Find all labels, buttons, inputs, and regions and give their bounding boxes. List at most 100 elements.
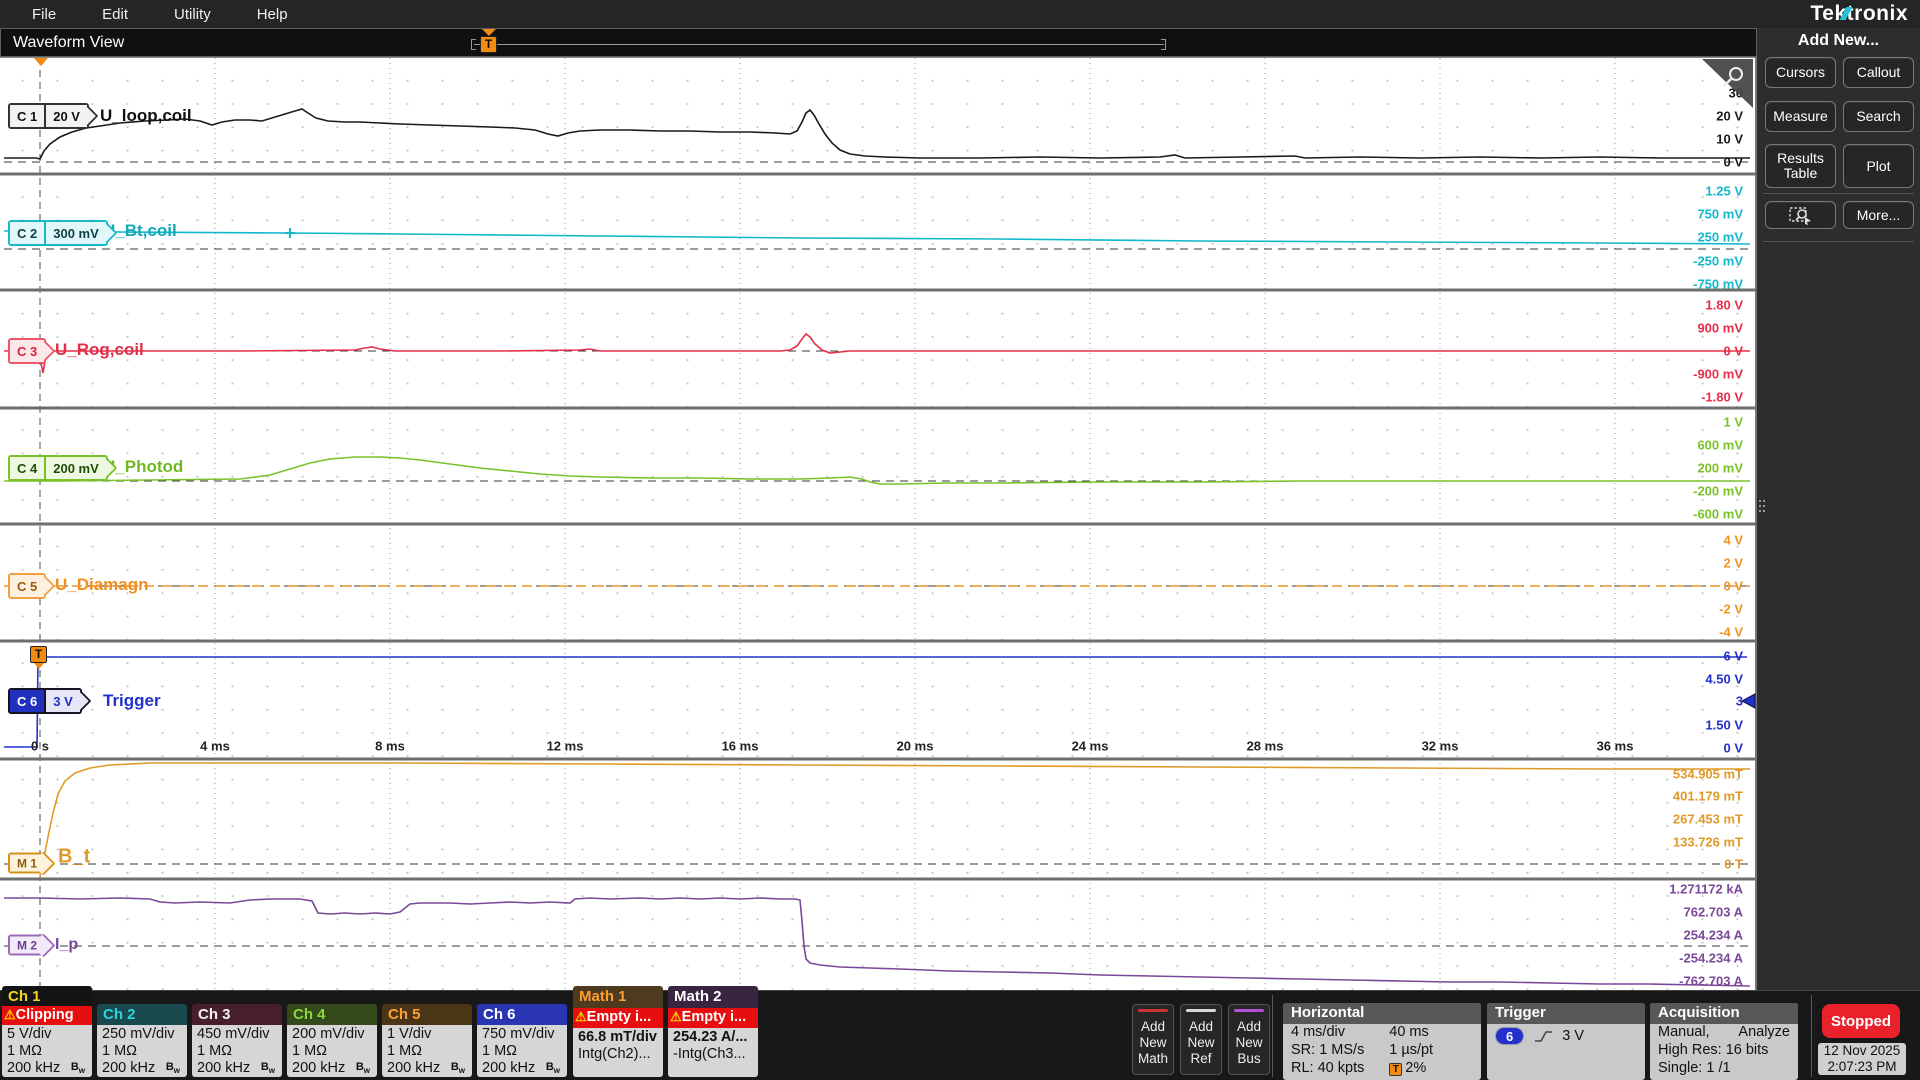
- trigger-level-value: 3 V: [1562, 1028, 1584, 1044]
- channel-badge-m2[interactable]: M 2: [8, 935, 46, 956]
- trigger-panel[interactable]: Trigger 6 3 V: [1487, 1003, 1645, 1080]
- axis-tick-m2: 254.234 A: [1683, 928, 1743, 943]
- badge-row: Intg(Ch2)...: [578, 1046, 663, 1063]
- axis-tick-m1: 0 T: [1724, 857, 1743, 872]
- run-stop-button[interactable]: Stopped: [1822, 1004, 1900, 1038]
- acquisition-single: Single: 1 /1: [1650, 1060, 1798, 1078]
- axis-tick-c2: 750 mV: [1697, 207, 1743, 222]
- badge-row: 750 mV/div: [482, 1026, 567, 1043]
- zoom-select-icon: [1788, 205, 1814, 225]
- bandwidth-limit-icon: Bw: [356, 1061, 370, 1075]
- add-new-math-button[interactable]: AddNewMath: [1132, 1004, 1174, 1075]
- axis-tick-m2: 1.271172 kA: [1669, 882, 1743, 897]
- sidebar-divider: [1763, 241, 1914, 242]
- channel-label-c6[interactable]: Trigger: [103, 691, 161, 711]
- axis-tick-c1: 0 V: [1723, 155, 1743, 170]
- menu-help[interactable]: Help: [243, 6, 302, 23]
- axis-tick-c5: -2 V: [1719, 602, 1743, 617]
- channel-badge-c3[interactable]: C 3: [8, 338, 46, 364]
- bottom-badge-math1[interactable]: Math 1⚠Empty i...66.8 mT/divIntg(Ch2)...: [573, 986, 663, 1077]
- badge-row: -Intg(Ch3...: [673, 1046, 758, 1063]
- menu-edit[interactable]: Edit: [88, 6, 142, 23]
- rising-edge-icon: [1534, 1029, 1554, 1044]
- cursors-button[interactable]: Cursors: [1765, 57, 1836, 88]
- channel-badge-c5[interactable]: C 5: [8, 573, 46, 599]
- acquisition-analyze: Analyze: [1738, 1024, 1790, 1042]
- horizontal-panel[interactable]: Horizontal 4 ms/div40 ms SR: 1 MS/s1 µs/…: [1283, 1003, 1481, 1080]
- axis-tick-c6: 1.50 V: [1705, 718, 1743, 733]
- trigger-position-icon[interactable]: T: [480, 36, 497, 53]
- menu-bar: File Edit Utility Help Tektronix: [0, 0, 1920, 28]
- record-view-left-bracket: [471, 39, 476, 50]
- badge-alert-math2: ⚠Empty i...: [668, 1008, 758, 1028]
- badge-row: 200 kHzBw: [387, 1060, 472, 1077]
- axis-tick-c6: 4.50 V: [1705, 672, 1743, 687]
- bottom-badge-ch3[interactable]: Ch 3450 mV/div1 MΩ200 kHzBw: [192, 1004, 282, 1077]
- time-tick-label: 4 ms: [200, 739, 230, 754]
- callout-button[interactable]: Callout: [1843, 57, 1914, 88]
- badge-row: 1 MΩ: [482, 1043, 567, 1060]
- axis-tick-c3: -900 mV: [1693, 367, 1743, 382]
- record-view-line[interactable]: [474, 44, 1164, 45]
- bandwidth-limit-icon: Bw: [451, 1061, 465, 1075]
- warning-icon: ⚠: [575, 1009, 587, 1024]
- channel-label-c3[interactable]: U_Rog,coil: [55, 340, 144, 360]
- badge-body: 250 mV/div1 MΩ200 kHzBw: [97, 1025, 187, 1077]
- badge-row: 200 kHzBw: [7, 1060, 92, 1077]
- menu-file[interactable]: File: [18, 6, 70, 23]
- badge-row: 200 kHzBw: [292, 1060, 377, 1077]
- axis-tick-c3: -1.80 V: [1701, 390, 1743, 405]
- channel-label-c1[interactable]: U_loop,coil: [100, 106, 192, 126]
- channel-badge-m1[interactable]: M 1: [8, 853, 46, 874]
- badge-part: M 1: [10, 855, 44, 872]
- acquisition-panel[interactable]: Acquisition Manual,Analyze High Res: 16 …: [1650, 1003, 1798, 1080]
- bottom-badge-ch2[interactable]: Ch 2250 mV/div1 MΩ200 kHzBw: [97, 1004, 187, 1077]
- badge-row: 200 kHzBw: [102, 1060, 187, 1077]
- warning-icon: ⚠: [4, 1007, 16, 1022]
- axis-tick-c6: 6 V: [1723, 649, 1743, 664]
- tab-waveform-view[interactable]: Waveform View: [13, 34, 124, 52]
- channel-badge-c6[interactable]: C 63 V: [8, 688, 82, 714]
- trigger-time-marker-icon[interactable]: [34, 58, 48, 66]
- channel-label-m1[interactable]: B_t: [58, 846, 90, 869]
- time-per-point: 1 µs/pt: [1389, 1042, 1433, 1060]
- menu-utility[interactable]: Utility: [160, 6, 225, 23]
- badge-body: 450 mV/div1 MΩ200 kHzBw: [192, 1025, 282, 1077]
- axis-tick-c2: 1.25 V: [1705, 184, 1743, 199]
- results-table-button[interactable]: Results Table: [1765, 144, 1836, 188]
- trigger-position-percent: T2%: [1389, 1060, 1426, 1078]
- sample-rate: SR: 1 MS/s: [1291, 1042, 1389, 1060]
- measure-button[interactable]: Measure: [1765, 101, 1836, 132]
- bottom-badge-ch6[interactable]: Ch 6750 mV/div1 MΩ200 kHzBw: [477, 1004, 567, 1077]
- bottom-badge-ch4[interactable]: Ch 4200 mV/div1 MΩ200 kHzBw: [287, 1004, 377, 1077]
- bottom-badge-math2[interactable]: Math 2⚠Empty i...254.23 A/...-Intg(Ch3..…: [668, 986, 758, 1077]
- channel-badge-c4[interactable]: C 4200 mV: [8, 455, 108, 481]
- splitter-grip[interactable]: [1759, 500, 1761, 502]
- bottom-badge-ch5[interactable]: Ch 51 V/div1 MΩ200 kHzBw: [382, 1004, 472, 1077]
- search-button[interactable]: Search: [1843, 101, 1914, 132]
- axis-tick-c2: -750 mV: [1693, 277, 1743, 292]
- waveform-plot[interactable]: T 3020 V10 V0 VC 120 VU_loop,coil1.25 V7…: [0, 57, 1757, 990]
- zoom-select-button[interactable]: [1765, 201, 1836, 229]
- channel-label-m2[interactable]: I_p: [55, 936, 78, 954]
- more-button[interactable]: More...: [1843, 201, 1914, 229]
- axis-tick-c2: -250 mV: [1693, 254, 1743, 269]
- add-new-bus-button[interactable]: AddNewBus: [1228, 1004, 1270, 1075]
- plot-button[interactable]: Plot: [1843, 144, 1914, 188]
- trigger-level-flag-icon[interactable]: T: [30, 646, 47, 663]
- badge-row: 66.8 mT/div: [578, 1029, 663, 1046]
- badge-row: 1 MΩ: [197, 1043, 282, 1060]
- badge-header-ch2: Ch 2: [97, 1004, 187, 1025]
- badge-header-ch5: Ch 5: [382, 1004, 472, 1025]
- axis-tick-c3: 900 mV: [1697, 321, 1743, 336]
- tab-bar: Waveform View T: [0, 28, 1757, 57]
- axis-tick-m2: -762.703 A: [1679, 974, 1743, 989]
- channel-badge-c2[interactable]: C 2300 mV: [8, 220, 108, 246]
- channel-badge-c1[interactable]: C 120 V: [8, 103, 89, 129]
- axis-tick-m1: 133.726 mT: [1673, 835, 1743, 850]
- bottom-badge-ch1[interactable]: Ch 1⚠Clipping5 V/div1 MΩ200 kHzBw: [2, 986, 92, 1077]
- channel-label-c5[interactable]: U_Diamagn: [55, 575, 149, 595]
- add-new-ref-button[interactable]: AddNewRef: [1180, 1004, 1222, 1075]
- time-tick-label: 36 ms: [1597, 739, 1634, 754]
- trigger-pennant-icon[interactable]: [482, 29, 496, 36]
